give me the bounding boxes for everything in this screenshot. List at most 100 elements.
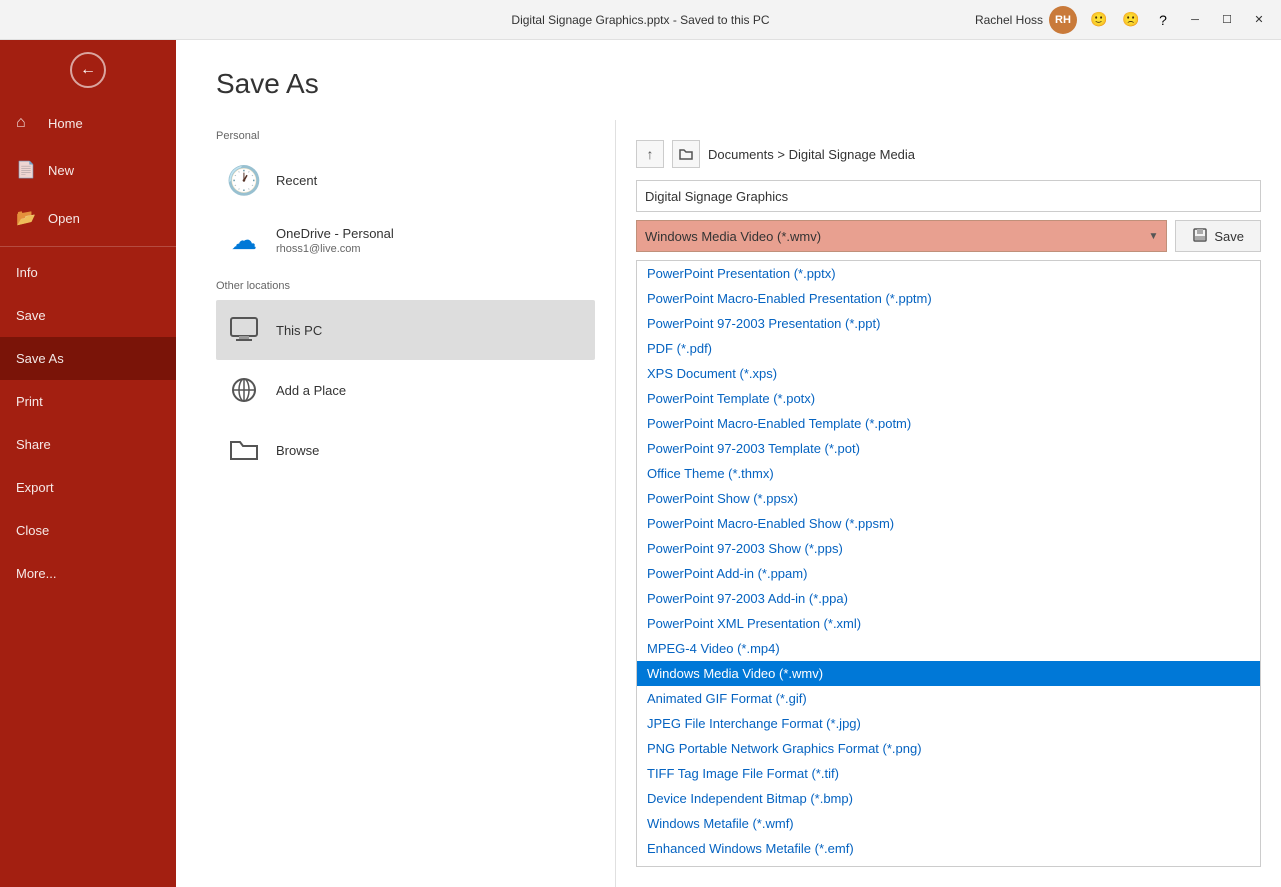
format-option-ppam[interactable]: PowerPoint Add-in (*.ppam) bbox=[637, 561, 1260, 586]
sidebar-item-save[interactable]: Save bbox=[0, 294, 176, 337]
format-option-wmv[interactable]: Windows Media Video (*.wmv) bbox=[637, 661, 1260, 686]
sidebar-item-new[interactable]: 📄 New bbox=[0, 146, 176, 194]
format-option-xps[interactable]: XPS Document (*.xps) bbox=[637, 361, 1260, 386]
sidebar: ← ⌂ Home 📄 New 📂 Open Info Save Save As … bbox=[0, 40, 176, 887]
sidebar-item-label-new: New bbox=[48, 163, 74, 178]
browse-location[interactable]: Browse bbox=[216, 420, 595, 480]
sidebar-item-export[interactable]: Export bbox=[0, 466, 176, 509]
sidebar-item-print[interactable]: Print bbox=[0, 380, 176, 423]
format-select-container: Windows Media Video (*.wmv) ▼ bbox=[636, 220, 1167, 252]
onedrive-label: OneDrive - Personal bbox=[276, 226, 394, 241]
onedrive-location[interactable]: ☁ OneDrive - Personal rhoss1@live.com bbox=[216, 210, 595, 270]
sidebar-item-label-open: Open bbox=[48, 211, 80, 226]
content-area: Save As Personal 🕐 Recent ☁ OneDrive - P… bbox=[176, 40, 1281, 887]
addplace-label: Add a Place bbox=[276, 383, 346, 398]
onedrive-icon: ☁ bbox=[226, 222, 262, 258]
format-selected-label: Windows Media Video (*.wmv) bbox=[645, 229, 821, 244]
save-label: Save bbox=[1214, 229, 1244, 244]
format-option-pptm[interactable]: PowerPoint Macro-Enabled Presentation (*… bbox=[637, 286, 1260, 311]
filename-input[interactable] bbox=[636, 180, 1261, 212]
titlebar-user: Rachel Hoss RH bbox=[975, 6, 1077, 34]
format-dropdown-display[interactable]: Windows Media Video (*.wmv) ▼ bbox=[636, 220, 1167, 252]
breadcrumb-bar: ↑ Documents > Digital Signage Media bbox=[636, 140, 1261, 168]
format-option-ppsm[interactable]: PowerPoint Macro-Enabled Show (*.ppsm) bbox=[637, 511, 1260, 536]
format-and-save-row: Windows Media Video (*.wmv) ▼ Sa bbox=[636, 220, 1261, 252]
format-dropdown-list[interactable]: PowerPoint Presentation (*.pptx)PowerPoi… bbox=[636, 260, 1261, 867]
other-section-label: Other locations bbox=[216, 280, 595, 292]
breadcrumb-path: Documents > Digital Signage Media bbox=[708, 147, 915, 162]
thispc-location[interactable]: This PC bbox=[216, 300, 595, 360]
personal-section-label: Personal bbox=[216, 130, 595, 142]
format-option-mp4[interactable]: MPEG-4 Video (*.mp4) bbox=[637, 636, 1260, 661]
format-option-xml[interactable]: PowerPoint XML Presentation (*.xml) bbox=[637, 611, 1260, 636]
format-option-pptx[interactable]: PowerPoint Presentation (*.pptx) bbox=[637, 261, 1260, 286]
addplace-location[interactable]: Add a Place bbox=[216, 360, 595, 420]
save-button[interactable]: Save bbox=[1175, 220, 1261, 252]
sidebar-item-label-share: Share bbox=[16, 437, 51, 452]
format-option-potm[interactable]: PowerPoint Macro-Enabled Template (*.pot… bbox=[637, 411, 1260, 436]
username-label: Rachel Hoss bbox=[975, 13, 1043, 27]
sidebar-item-save-as[interactable]: Save As bbox=[0, 337, 176, 380]
right-panel: ↑ Documents > Digital Signage Media bbox=[616, 120, 1281, 887]
format-option-ppa[interactable]: PowerPoint 97-2003 Add-in (*.ppa) bbox=[637, 586, 1260, 611]
minimize-button[interactable]: ─ bbox=[1181, 6, 1209, 34]
format-option-pdf[interactable]: PDF (*.pdf) bbox=[637, 336, 1260, 361]
page-title: Save As bbox=[216, 68, 1241, 100]
help-icon[interactable]: ? bbox=[1149, 6, 1177, 34]
titlebar: Digital Signage Graphics.pptx - Saved to… bbox=[0, 0, 1281, 40]
sidebar-item-home[interactable]: ⌂ Home bbox=[0, 100, 176, 146]
close-button[interactable]: ✕ bbox=[1245, 6, 1273, 34]
sidebar-item-share[interactable]: Share bbox=[0, 423, 176, 466]
recent-icon: 🕐 bbox=[226, 162, 262, 198]
format-option-thmx[interactable]: Office Theme (*.thmx) bbox=[637, 461, 1260, 486]
sidebar-item-open[interactable]: 📂 Open bbox=[0, 194, 176, 242]
sidebar-item-info[interactable]: Info bbox=[0, 251, 176, 294]
thispc-label: This PC bbox=[276, 323, 322, 338]
emoji-sad-icon[interactable]: 🙁 bbox=[1117, 6, 1145, 34]
restore-button[interactable]: ☐ bbox=[1213, 6, 1241, 34]
titlebar-title: Digital Signage Graphics.pptx - Saved to… bbox=[511, 13, 769, 27]
format-option-tif[interactable]: TIFF Tag Image File Format (*.tif) bbox=[637, 761, 1260, 786]
sidebar-item-close[interactable]: Close bbox=[0, 509, 176, 552]
save-icon bbox=[1192, 227, 1208, 246]
breadcrumb-folder-button[interactable] bbox=[672, 140, 700, 168]
format-option-emf[interactable]: Enhanced Windows Metafile (*.emf) bbox=[637, 836, 1260, 861]
format-option-gif[interactable]: Animated GIF Format (*.gif) bbox=[637, 686, 1260, 711]
open-icon: 📂 bbox=[16, 208, 36, 228]
format-option-wmf[interactable]: Windows Metafile (*.wmf) bbox=[637, 811, 1260, 836]
onedrive-email: rhoss1@live.com bbox=[276, 243, 394, 255]
back-button[interactable]: ← bbox=[0, 40, 176, 100]
thispc-icon bbox=[226, 312, 262, 348]
sidebar-item-label-more: More... bbox=[16, 566, 56, 581]
avatar[interactable]: RH bbox=[1049, 6, 1077, 34]
browse-icon bbox=[226, 432, 262, 468]
format-option-pps[interactable]: PowerPoint 97-2003 Show (*.pps) bbox=[637, 536, 1260, 561]
dropdown-arrow-icon: ▼ bbox=[1148, 231, 1158, 242]
emoji-happy-icon[interactable]: 🙂 bbox=[1085, 6, 1113, 34]
format-option-ppt[interactable]: PowerPoint 97-2003 Presentation (*.ppt) bbox=[637, 311, 1260, 336]
sidebar-item-more[interactable]: More... bbox=[0, 552, 176, 595]
breadcrumb-text: Documents > Digital Signage Media bbox=[708, 147, 915, 162]
sidebar-divider-1 bbox=[0, 246, 176, 247]
format-option-ppsx[interactable]: PowerPoint Show (*.ppsx) bbox=[637, 486, 1260, 511]
sidebar-item-label-save: Save bbox=[16, 308, 46, 323]
format-option-jpg[interactable]: JPEG File Interchange Format (*.jpg) bbox=[637, 711, 1260, 736]
left-panel: Personal 🕐 Recent ☁ OneDrive - Personal … bbox=[176, 120, 616, 887]
titlebar-right: Rachel Hoss RH 🙂 🙁 ? ─ ☐ ✕ bbox=[975, 6, 1273, 34]
new-icon: 📄 bbox=[16, 160, 36, 180]
format-option-potx[interactable]: PowerPoint Template (*.potx) bbox=[637, 386, 1260, 411]
format-option-png[interactable]: PNG Portable Network Graphics Format (*.… bbox=[637, 736, 1260, 761]
sidebar-item-label-info: Info bbox=[16, 265, 38, 280]
sidebar-item-label-close: Close bbox=[16, 523, 49, 538]
breadcrumb-up-button[interactable]: ↑ bbox=[636, 140, 664, 168]
titlebar-icons: 🙂 🙁 ? ─ ☐ ✕ bbox=[1085, 6, 1273, 34]
home-icon: ⌂ bbox=[16, 114, 36, 132]
format-option-svg[interactable]: Scalable Vector Graphics Format (*.svg) bbox=[637, 861, 1260, 867]
sidebar-item-label-print: Print bbox=[16, 394, 43, 409]
sidebar-item-label-home: Home bbox=[48, 116, 83, 131]
recent-location[interactable]: 🕐 Recent bbox=[216, 150, 595, 210]
format-option-bmp[interactable]: Device Independent Bitmap (*.bmp) bbox=[637, 786, 1260, 811]
format-option-pot[interactable]: PowerPoint 97-2003 Template (*.pot) bbox=[637, 436, 1260, 461]
sidebar-item-label-save-as: Save As bbox=[16, 351, 64, 366]
page-title-area: Save As bbox=[176, 40, 1281, 120]
